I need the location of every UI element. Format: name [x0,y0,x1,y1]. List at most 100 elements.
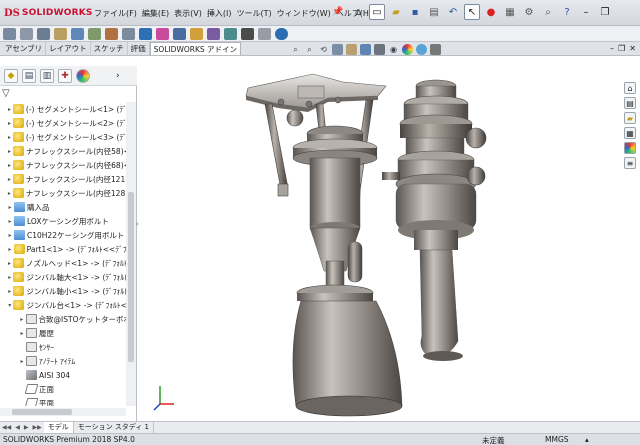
view-settings-icon[interactable] [430,44,441,55]
last-tab-icon[interactable]: ▶▶ [30,424,43,431]
configuration-manager-tab-icon[interactable]: ▥ [40,68,54,83]
tab-motion-study[interactable]: モーション スタディ 1 [74,422,154,433]
interference-icon[interactable] [258,27,271,40]
menu-insert[interactable]: 挿入(I) [207,8,232,19]
assembly-features-icon[interactable] [105,27,118,40]
custom-properties-icon[interactable]: ≡ [624,157,636,169]
hide-show-items-icon[interactable]: ◉ [388,44,399,55]
tree-expander-icon[interactable]: ▸ [18,330,26,337]
tree-item[interactable]: ▸ Part1<1> -> (ﾃﾞﾌｫﾙﾄ<<ﾃﾞﾌｫ [0,242,126,256]
feature-manager-tab-icon[interactable]: ◆ [4,68,18,83]
tab-model[interactable]: モデル [43,422,74,433]
scrollbar-thumb[interactable] [12,409,72,415]
apply-scene-icon[interactable] [416,44,427,55]
view-palette-icon[interactable]: ▦ [624,127,636,139]
tree-expander-icon[interactable]: ▸ [6,260,13,267]
dimxpert-tab-icon[interactable]: ✚ [58,68,72,83]
tree-item[interactable]: ▸ ナフレックスシール(内径68)<2> [0,158,126,172]
solidworks-logo[interactable]: DS SOLIDWORKS [4,6,93,20]
tree-item[interactable]: ▸ ｱﾉﾃｰﾄ ｱｲﾃﾑ [0,354,126,368]
rebuild-icon[interactable]: ● [483,4,499,20]
print-icon[interactable]: ▤ [426,4,442,20]
tree-vertical-scrollbar[interactable] [126,102,136,406]
turbopump[interactable] [382,79,487,361]
move-component-icon[interactable] [71,27,84,40]
take-snapshot-icon[interactable] [224,27,237,40]
file-properties-icon[interactable]: ▦ [502,4,518,20]
tree-expander-icon[interactable]: ▸ [6,288,13,295]
doc-minimize-icon[interactable]: – [610,44,614,53]
linear-pattern-icon[interactable] [37,27,50,40]
menu-file[interactable]: ファイル(F) [94,8,137,19]
select-icon[interactable]: ↖ [464,4,480,20]
bill-of-materials-icon[interactable] [156,27,169,40]
tree-expander-icon[interactable]: ▸ [6,218,14,225]
large-assembly-icon[interactable] [241,27,254,40]
tab-assembly[interactable]: アセンブリ [2,42,47,55]
save-icon[interactable]: ▪ [407,4,423,20]
appearances-icon[interactable] [624,142,636,154]
undo-icon[interactable]: ↶ [445,4,461,20]
tab-sketch[interactable]: スケッチ [91,42,128,55]
display-style-icon[interactable] [374,44,385,55]
tree-expander-icon[interactable]: ▸ [6,134,13,141]
view-orientation-icon[interactable] [360,44,371,55]
tree-expander-icon[interactable]: ▸ [6,232,14,239]
tree-expander-icon[interactable]: ▾ [6,302,13,309]
options-gear-icon[interactable]: ⚙ [521,4,537,20]
menu-view[interactable]: 表示(V) [174,8,202,19]
tree-item[interactable]: ▸ (-) セグメントシール<2> (ﾃﾞﾌｫﾙﾄ [0,116,126,130]
menu-window[interactable]: ウィンドウ(W) [277,8,331,19]
solidworks-resources-icon[interactable]: ⌂ [624,82,636,94]
new-motion-study-icon[interactable] [139,27,152,40]
dynamic-annotation-icon[interactable] [346,44,357,55]
tree-item[interactable]: ▸ 合致@ISTOケットターボポ [0,312,126,326]
tree-expander-icon[interactable]: ▸ [6,246,14,253]
display-manager-tab-icon[interactable] [76,68,90,83]
restore-icon[interactable]: ❐ [597,4,613,20]
file-explorer-icon[interactable]: ▰ [624,112,636,124]
help-icon[interactable]: ? [559,4,575,20]
show-hidden-icon[interactable] [88,27,101,40]
tree-expander-icon[interactable]: ▸ [6,190,13,197]
tab-addins[interactable]: SOLIDWORKS アドイン [149,42,242,55]
panel-more-icon[interactable]: › [116,71,120,81]
tree-item[interactable]: ｾﾝｻｰ [0,340,126,354]
new-document-icon[interactable]: ▭ [369,4,385,20]
menu-tools[interactable]: ツール(T) [236,8,271,19]
update-speedpak-icon[interactable] [207,27,220,40]
mate-icon[interactable] [20,27,33,40]
measure-icon[interactable] [275,27,288,40]
tree-expander-icon[interactable]: ▸ [6,106,13,113]
tree-expander-icon[interactable]: ▸ [18,316,26,323]
status-units[interactable]: MMGS [545,435,569,444]
zoom-to-fit-icon[interactable]: ⌕ [290,44,301,55]
pin-menu-icon[interactable]: 📌 [332,7,343,17]
tree-item[interactable]: ▸ C10H22ケーシング用ボルト [0,228,126,242]
scrollbar-thumb[interactable] [128,192,134,362]
home-icon[interactable]: ⌂ [350,4,366,20]
tree-item[interactable]: ▸ (-) セグメントシール<3> (ﾃﾞﾌｫﾙﾄ [0,130,126,144]
tree-item[interactable]: ▸ LOXケーシング用ボルト [0,214,126,228]
tree-item[interactable]: ▸ ナフレックスシール(内径58)<1> [0,144,126,158]
zoom-area-icon[interactable]: ⌕ [304,44,315,55]
tree-expander-icon[interactable]: ▸ [6,274,13,281]
tree-item[interactable]: 正面 [0,382,126,396]
tree-item[interactable]: ▸ ナフレックスシール(内径121)<1> [0,172,126,186]
prev-tab-icon[interactable]: ◀ [13,424,22,431]
tree-item[interactable]: ▸ ノズルヘッド<1> -> (ﾃﾞﾌｫﾙﾄ<< [0,256,126,270]
tree-item[interactable]: ▸ 購入品 [0,200,126,214]
smart-fasteners-icon[interactable] [54,27,67,40]
tree-item[interactable]: 平面 [0,396,126,406]
nozzle-bell[interactable] [292,284,403,417]
tree-item[interactable]: ▸ ジンバル軸小<1> -> (ﾃﾞﾌｫﾙﾄ< [0,284,126,298]
tab-evaluate[interactable]: 評価 [128,42,150,55]
doc-restore-icon[interactable]: ❐ [618,44,625,53]
filter-icon[interactable]: ▽ [2,88,10,99]
doc-close-icon[interactable]: ✕ [629,44,636,53]
tree-expander-icon[interactable]: ▸ [6,162,13,169]
design-library-icon[interactable]: ▤ [624,97,636,109]
tree-horizontal-scrollbar[interactable] [0,408,126,416]
tree-item[interactable]: ▸ ナフレックスシール(内径128)<1> [0,186,126,200]
open-icon[interactable]: ▰ [388,4,404,20]
